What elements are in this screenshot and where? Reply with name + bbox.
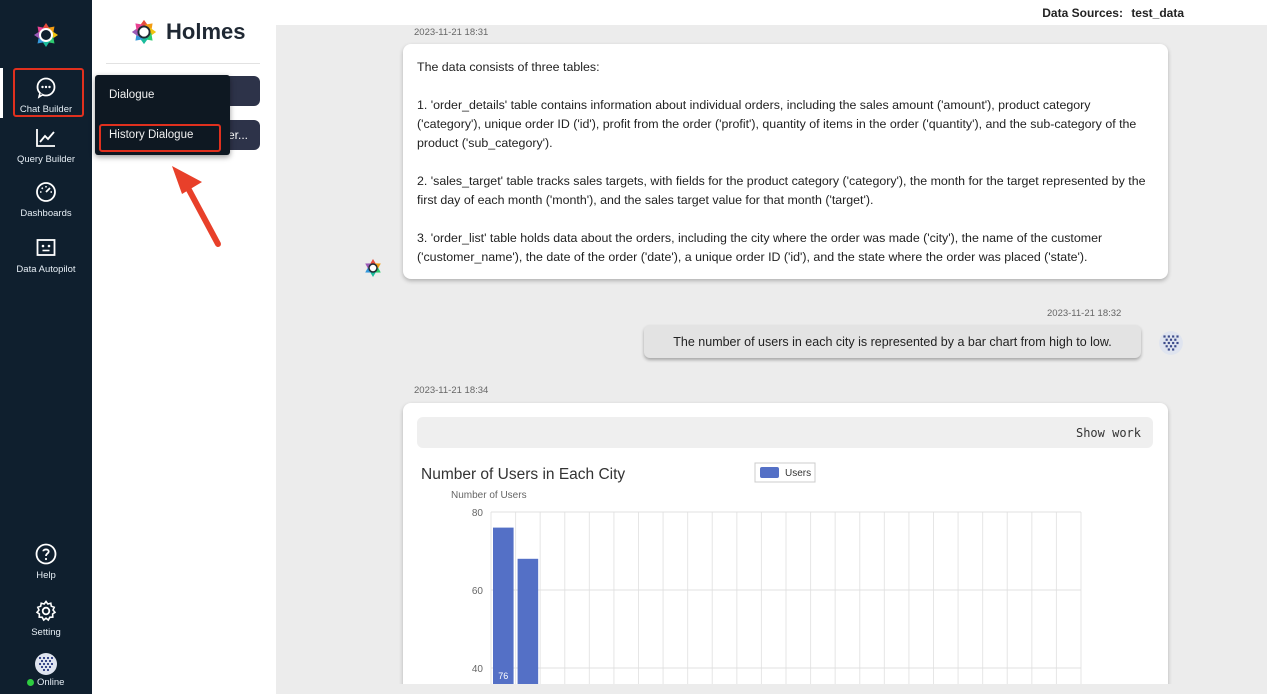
- user-message: The number of users in each city is repr…: [644, 325, 1141, 358]
- chat-builder-dropdown: Dialogue History Dialogue: [95, 75, 230, 155]
- paragraph: 3. 'order_list' table holds data about t…: [417, 231, 1103, 264]
- online-dot: [27, 679, 34, 686]
- chart-title: Number of Users in Each City: [421, 466, 625, 483]
- chart-grid: [490, 511, 1082, 694]
- online-label: Online: [37, 677, 65, 688]
- annotation-arrow-icon: [172, 166, 221, 247]
- brand-name: Holmes: [166, 19, 246, 44]
- highlight-box-history: [99, 124, 221, 152]
- bar-data-label: 76: [498, 671, 508, 681]
- bar-chart: Number of Users in Each City Users Numbe…: [421, 462, 1082, 694]
- bar[interactable]: [493, 527, 514, 694]
- nav-query-builder-label: Query Builder: [16, 154, 76, 165]
- y-tick-label: 80: [472, 508, 484, 519]
- gauge-icon: [36, 182, 56, 202]
- bot-message: The data consists of three tables: 1. 'o…: [403, 44, 1168, 279]
- left-nav: Chat Builder Query Builder Dashboards Da…: [0, 0, 92, 694]
- message-timestamp: 2023-11-21 18:34: [414, 385, 489, 396]
- bot-avatar-icon: [365, 259, 381, 277]
- history-item-label: er...: [227, 128, 248, 142]
- paragraph: 1. 'order_details' table contains inform…: [417, 98, 1137, 150]
- top-bar: Data Sources: test_data: [276, 0, 1267, 25]
- legend-swatch: [760, 467, 779, 478]
- message-timestamp: 2023-11-21 18:32: [1047, 308, 1122, 319]
- nav-setting-label: Setting: [31, 627, 61, 638]
- avatar-pattern-icon: [35, 653, 57, 675]
- gear-icon: [35, 600, 57, 622]
- nav-dashboards[interactable]: Dashboards: [0, 174, 92, 226]
- main-area: Data Sources: test_data 2023-11-21 18:31…: [276, 0, 1267, 694]
- brand-logo-icon: [131, 19, 157, 45]
- legend-label: Users: [785, 468, 811, 479]
- y-tick-label: 60: [472, 586, 484, 597]
- nav-setting[interactable]: Setting: [0, 593, 92, 645]
- nav-dashboards-label: Dashboards: [20, 208, 72, 219]
- y-tick-label: 40: [472, 664, 484, 675]
- nav-data-autopilot[interactable]: Data Autopilot: [0, 230, 92, 282]
- user-message-text: The number of users in each city is repr…: [673, 334, 1112, 349]
- nav-data-autopilot-label: Data Autopilot: [16, 264, 76, 275]
- paragraph: 2. 'sales_target' table tracks sales tar…: [417, 174, 1146, 207]
- panel-divider: [106, 63, 260, 64]
- bar[interactable]: [517, 558, 539, 694]
- robot-icon: [36, 239, 56, 256]
- line-chart-icon: [36, 129, 55, 147]
- data-sources-label: Data Sources:: [1042, 6, 1123, 20]
- nav-help-label: Help: [36, 570, 56, 581]
- chart-legend[interactable]: Users: [754, 462, 816, 483]
- message-timestamp: 2023-11-21 18:31: [414, 27, 489, 38]
- nav-help[interactable]: Help: [0, 536, 92, 588]
- user-avatar-icon: [1159, 331, 1183, 355]
- nav-query-builder[interactable]: Query Builder: [0, 120, 92, 172]
- y-axis-ticks: 40 60 80: [472, 508, 484, 675]
- online-status: Online: [27, 677, 64, 688]
- bot-message-text: The data consists of three tables: 1. 'o…: [417, 58, 1156, 267]
- bottom-edge: [276, 684, 1267, 694]
- user-avatar-nav[interactable]: [34, 652, 58, 676]
- brand: Holmes: [130, 18, 245, 46]
- highlight-box-chat-builder: [13, 68, 84, 117]
- app-logo-icon: [34, 23, 58, 47]
- help-icon: [35, 543, 57, 565]
- dropdown-item-dialogue[interactable]: Dialogue: [109, 89, 154, 101]
- paragraph: The data consists of three tables:: [417, 60, 600, 74]
- data-sources[interactable]: Data Sources: test_data: [1042, 6, 1184, 20]
- y-axis-label: Number of Users: [451, 490, 527, 501]
- data-source-value: test_data: [1131, 6, 1184, 20]
- bot-chart-message: Show work Number of Users in Each City U…: [403, 403, 1168, 694]
